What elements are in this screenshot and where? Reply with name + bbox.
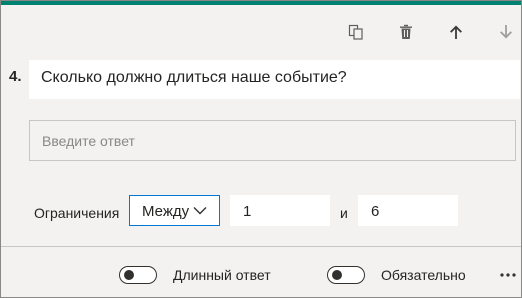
question-number: 4. (9, 68, 22, 85)
copy-icon (348, 24, 363, 40)
more-icon (500, 273, 516, 277)
min-value-input[interactable]: 1 (230, 195, 330, 226)
move-up-button[interactable] (442, 18, 470, 46)
chevron-down-icon (193, 207, 207, 215)
move-up-icon (450, 25, 462, 39)
toggle-knob (124, 270, 134, 280)
toggle-knob (332, 270, 342, 280)
accent-bar (1, 1, 521, 5)
move-down-button[interactable] (492, 18, 520, 46)
more-options-button[interactable] (497, 263, 521, 287)
question-card: 4. Сколько должно длиться наше событие? … (0, 0, 522, 298)
max-value-input[interactable]: 6 (358, 195, 458, 226)
answer-preview-field: Введите ответ (29, 120, 516, 161)
long-answer-toggle[interactable] (119, 266, 157, 284)
required-label: Обязательно (381, 267, 466, 283)
move-down-icon (500, 25, 512, 39)
copy-button[interactable] (342, 18, 370, 46)
restriction-operator-dropdown[interactable]: Между (129, 195, 220, 226)
delete-icon (400, 24, 412, 39)
question-title-field[interactable]: Сколько должно длиться наше событие? (29, 60, 520, 99)
and-label: и (340, 205, 348, 221)
restriction-operator-value: Между (142, 203, 190, 220)
long-answer-label: Длинный ответ (173, 267, 271, 283)
delete-button[interactable] (392, 18, 420, 46)
divider (1, 246, 521, 247)
restrictions-label: Ограничения (34, 205, 120, 221)
required-toggle[interactable] (327, 266, 365, 284)
